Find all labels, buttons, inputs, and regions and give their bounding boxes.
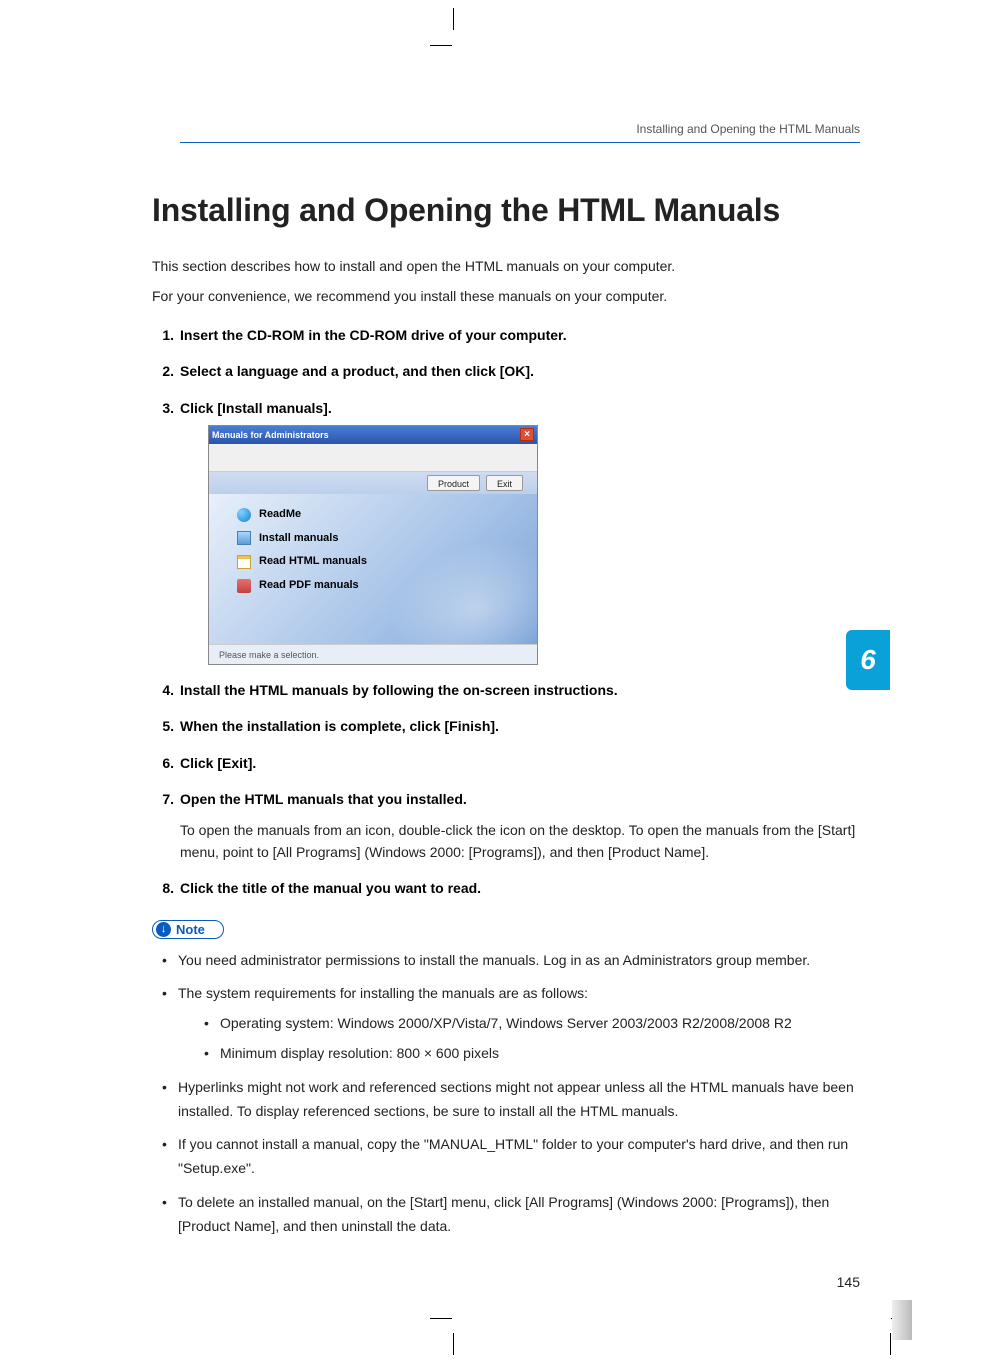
menu-item-install[interactable]: Install manuals bbox=[237, 530, 537, 548]
running-header: Installing and Opening the HTML Manuals bbox=[636, 122, 860, 136]
note-item: You need administrator permissions to in… bbox=[162, 949, 862, 973]
step-6: 6. Click [Exit]. bbox=[152, 752, 862, 774]
window-titlebar: Manuals for Administrators × bbox=[209, 426, 537, 444]
menu-item-read-html[interactable]: Read HTML manuals bbox=[237, 553, 537, 571]
window-banner bbox=[209, 444, 537, 472]
menu-label: ReadMe bbox=[259, 506, 301, 524]
globe-icon bbox=[237, 508, 251, 522]
menu-label: Install manuals bbox=[259, 530, 338, 548]
note-item: Hyperlinks might not work and referenced… bbox=[162, 1076, 862, 1124]
menu-label: Read PDF manuals bbox=[259, 577, 359, 595]
step-label: Select a language and a product, and the… bbox=[180, 363, 534, 379]
install-icon bbox=[237, 531, 251, 545]
close-icon[interactable]: × bbox=[520, 428, 534, 441]
note-label: Note bbox=[176, 922, 205, 937]
window-statusbar: Please make a selection. bbox=[209, 644, 537, 664]
step-number: 5. bbox=[152, 715, 174, 737]
step-5: 5. When the installation is complete, cl… bbox=[152, 715, 862, 737]
step-number: 3. bbox=[152, 397, 174, 419]
menu-label: Read HTML manuals bbox=[259, 553, 367, 571]
window-toolbar: Product Exit bbox=[209, 472, 537, 494]
menu-item-readme[interactable]: ReadMe bbox=[237, 506, 537, 524]
step-label: Open the HTML manuals that you installed… bbox=[180, 791, 467, 807]
step-8: 8. Click the title of the manual you wan… bbox=[152, 877, 862, 899]
step-label: Click [Install manuals]. bbox=[180, 400, 332, 416]
step-7: 7. Open the HTML manuals that you instal… bbox=[152, 788, 862, 863]
step-label: Click [Exit]. bbox=[180, 755, 256, 771]
header-rule bbox=[180, 142, 860, 143]
installer-screenshot: Manuals for Administrators × Product Exi… bbox=[208, 425, 538, 665]
step-label: Install the HTML manuals by following th… bbox=[180, 682, 618, 698]
page-title: Installing and Opening the HTML Manuals bbox=[152, 192, 862, 229]
intro-paragraph-1: This section describes how to install an… bbox=[152, 255, 862, 277]
note-text: The system requirements for installing t… bbox=[178, 985, 588, 1001]
step-label: Insert the CD-ROM in the CD-ROM drive of… bbox=[180, 327, 567, 343]
down-arrow-icon: ↓ bbox=[156, 922, 171, 937]
note-item: To delete an installed manual, on the [S… bbox=[162, 1191, 862, 1239]
note-item: The system requirements for installing t… bbox=[162, 982, 862, 1065]
product-button[interactable]: Product bbox=[427, 475, 480, 491]
page-number: 145 bbox=[837, 1274, 860, 1290]
step-number: 2. bbox=[152, 360, 174, 382]
step-label: Click the title of the manual you want t… bbox=[180, 880, 481, 896]
step-number: 1. bbox=[152, 324, 174, 346]
step-1: 1. Insert the CD-ROM in the CD-ROM drive… bbox=[152, 324, 862, 346]
pdf-icon bbox=[237, 579, 251, 593]
note-subitem: Minimum display resolution: 800 × 600 pi… bbox=[204, 1042, 862, 1066]
window-body: ReadMe Install manuals Read HTML manuals bbox=[209, 494, 537, 644]
note-badge: ↓ Note bbox=[152, 920, 224, 939]
html-page-icon bbox=[237, 555, 251, 569]
step-label: When the installation is complete, click… bbox=[180, 718, 499, 734]
step-4: 4. Install the HTML manuals by following… bbox=[152, 679, 862, 701]
step-2: 2. Select a language and a product, and … bbox=[152, 360, 862, 382]
note-subitem: Operating system: Windows 2000/XP/Vista/… bbox=[204, 1012, 862, 1036]
step-number: 7. bbox=[152, 788, 174, 810]
menu-item-read-pdf[interactable]: Read PDF manuals bbox=[237, 577, 537, 595]
step-3: 3. Click [Install manuals]. Manuals for … bbox=[152, 397, 862, 665]
intro-paragraph-2: For your convenience, we recommend you i… bbox=[152, 285, 862, 307]
step-number: 6. bbox=[152, 752, 174, 774]
note-item: If you cannot install a manual, copy the… bbox=[162, 1133, 862, 1181]
step-number: 8. bbox=[152, 877, 174, 899]
chapter-tab: 6 bbox=[846, 630, 890, 690]
window-title: Manuals for Administrators bbox=[212, 428, 329, 442]
step-description: To open the manuals from an icon, double… bbox=[180, 819, 862, 864]
exit-button[interactable]: Exit bbox=[486, 475, 523, 491]
step-number: 4. bbox=[152, 679, 174, 701]
